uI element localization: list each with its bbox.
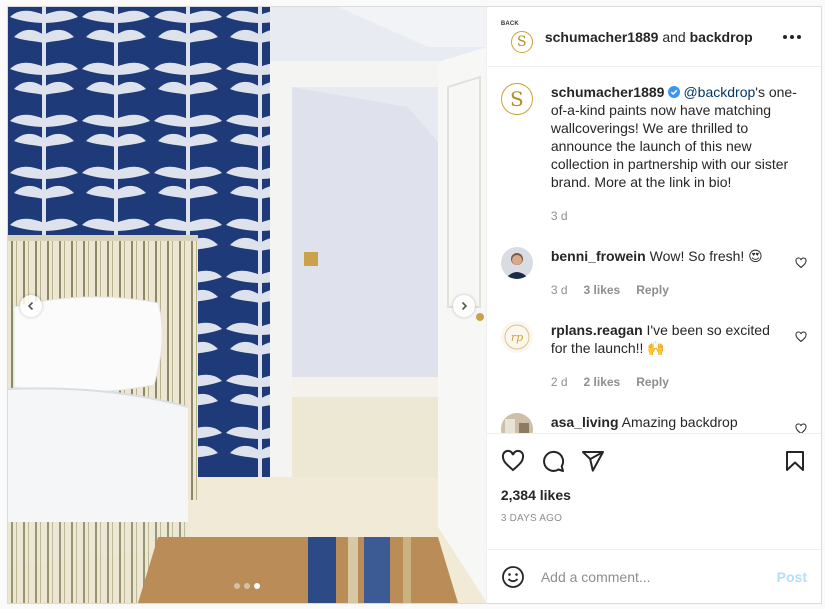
share-button[interactable] [581, 449, 605, 473]
more-options-button[interactable] [783, 29, 803, 45]
reply-button[interactable]: Reply [636, 373, 669, 391]
share-icon [581, 450, 604, 472]
chevron-left-icon [27, 301, 34, 311]
comment-likes[interactable]: 3 likes [584, 281, 621, 299]
post-details-panel: BACK S schumacher1889 and backdrop S sch… [485, 7, 821, 603]
caption: S schumacher1889 @backdrop's one-of-a-kin… [500, 83, 807, 225]
heart-icon [501, 449, 524, 471]
heart-icon[interactable] [795, 423, 807, 433]
asa-living-avatar[interactable] [500, 413, 533, 433]
comment-item: asa_living Amazing backdrop [500, 413, 807, 433]
post-header: BACK S schumacher1889 and backdrop [486, 7, 821, 67]
next-slide-button[interactable] [453, 295, 475, 317]
post-photo[interactable] [8, 7, 486, 603]
schumacher-avatar: S [510, 30, 533, 53]
comment-text: Amazing backdrop [621, 414, 738, 430]
comment-item: rp rplans.reagan I've been so excited fo… [500, 321, 807, 391]
comment-username[interactable]: benni_frowein [551, 248, 646, 264]
previous-slide-button[interactable] [20, 295, 42, 317]
comment-meta: 2 d 2 likes Reply [551, 373, 771, 391]
comment-body: benni_frowein Wow! So fresh! 😍 3 d 3 lik… [551, 247, 771, 299]
save-button[interactable] [783, 449, 807, 473]
post-actions [486, 433, 821, 487]
more-icon [783, 35, 787, 39]
caption-username[interactable]: schumacher1889 [551, 84, 665, 100]
comment-meta: 3 d 3 likes Reply [551, 281, 771, 299]
backdrop-avatar: BACK [500, 20, 519, 27]
save-icon [786, 451, 804, 471]
collaborator-username[interactable]: backdrop [690, 29, 753, 45]
comment-body: rplans.reagan I've been so excited for t… [551, 321, 771, 391]
carousel-indicator [8, 583, 486, 589]
benni-avatar[interactable] [500, 247, 533, 279]
like-button[interactable] [501, 449, 525, 473]
bedroom-photo [8, 7, 486, 603]
caption-body: schumacher1889 @backdrop's one-of-a-kind … [551, 83, 801, 225]
post-modal: BACK S schumacher1889 and backdrop S sch… [7, 6, 822, 604]
carousel-dot-active [253, 583, 260, 589]
post-timestamp[interactable]: 3 DAYS AGO [487, 513, 821, 539]
comment-age[interactable]: 2 d [551, 373, 568, 391]
comment-text: Wow! So fresh! 😍 [649, 248, 763, 264]
comment-item: benni_frowein Wow! So fresh! 😍 3 d 3 lik… [500, 247, 807, 299]
comment-age[interactable]: 3 d [551, 281, 568, 299]
verified-icon [668, 86, 681, 98]
comment-username[interactable]: asa_living [551, 414, 619, 430]
rplans-avatar[interactable]: rp [500, 321, 533, 353]
svg-text:rp: rp [511, 331, 523, 344]
comment-icon [542, 450, 564, 472]
post-authors: schumacher1889 and backdrop [545, 29, 753, 45]
comment-likes[interactable]: 2 likes [584, 373, 621, 391]
reply-button[interactable]: Reply [636, 281, 669, 299]
caption-meta: 3 d [551, 207, 801, 225]
post-comment-button[interactable]: Post [777, 569, 807, 585]
chevron-right-icon [461, 301, 468, 311]
emoji-icon [501, 565, 524, 588]
comment-body: asa_living Amazing backdrop [551, 413, 771, 433]
caption-mention[interactable]: @backdrop [683, 84, 755, 100]
collab-avatars[interactable]: BACK S [501, 21, 533, 53]
comment-button[interactable] [541, 449, 565, 473]
heart-icon[interactable] [795, 257, 807, 269]
heart-icon[interactable] [795, 331, 807, 343]
schumacher-avatar[interactable]: S [500, 83, 533, 115]
add-comment-bar: Post [486, 549, 821, 603]
caption-age[interactable]: 3 d [551, 207, 568, 225]
likes-count[interactable]: 2,384 likes [487, 487, 821, 507]
carousel-dot [233, 583, 240, 589]
comments-section[interactable]: S schumacher1889 @backdrop's one-of-a-kin… [487, 67, 821, 433]
comment-username[interactable]: rplans.reagan [551, 322, 643, 338]
owner-username[interactable]: schumacher1889 [545, 29, 659, 45]
authors-joiner: and [662, 28, 686, 45]
comment-input[interactable] [540, 568, 777, 585]
emoji-button[interactable] [501, 565, 525, 589]
carousel-dot [243, 583, 250, 589]
